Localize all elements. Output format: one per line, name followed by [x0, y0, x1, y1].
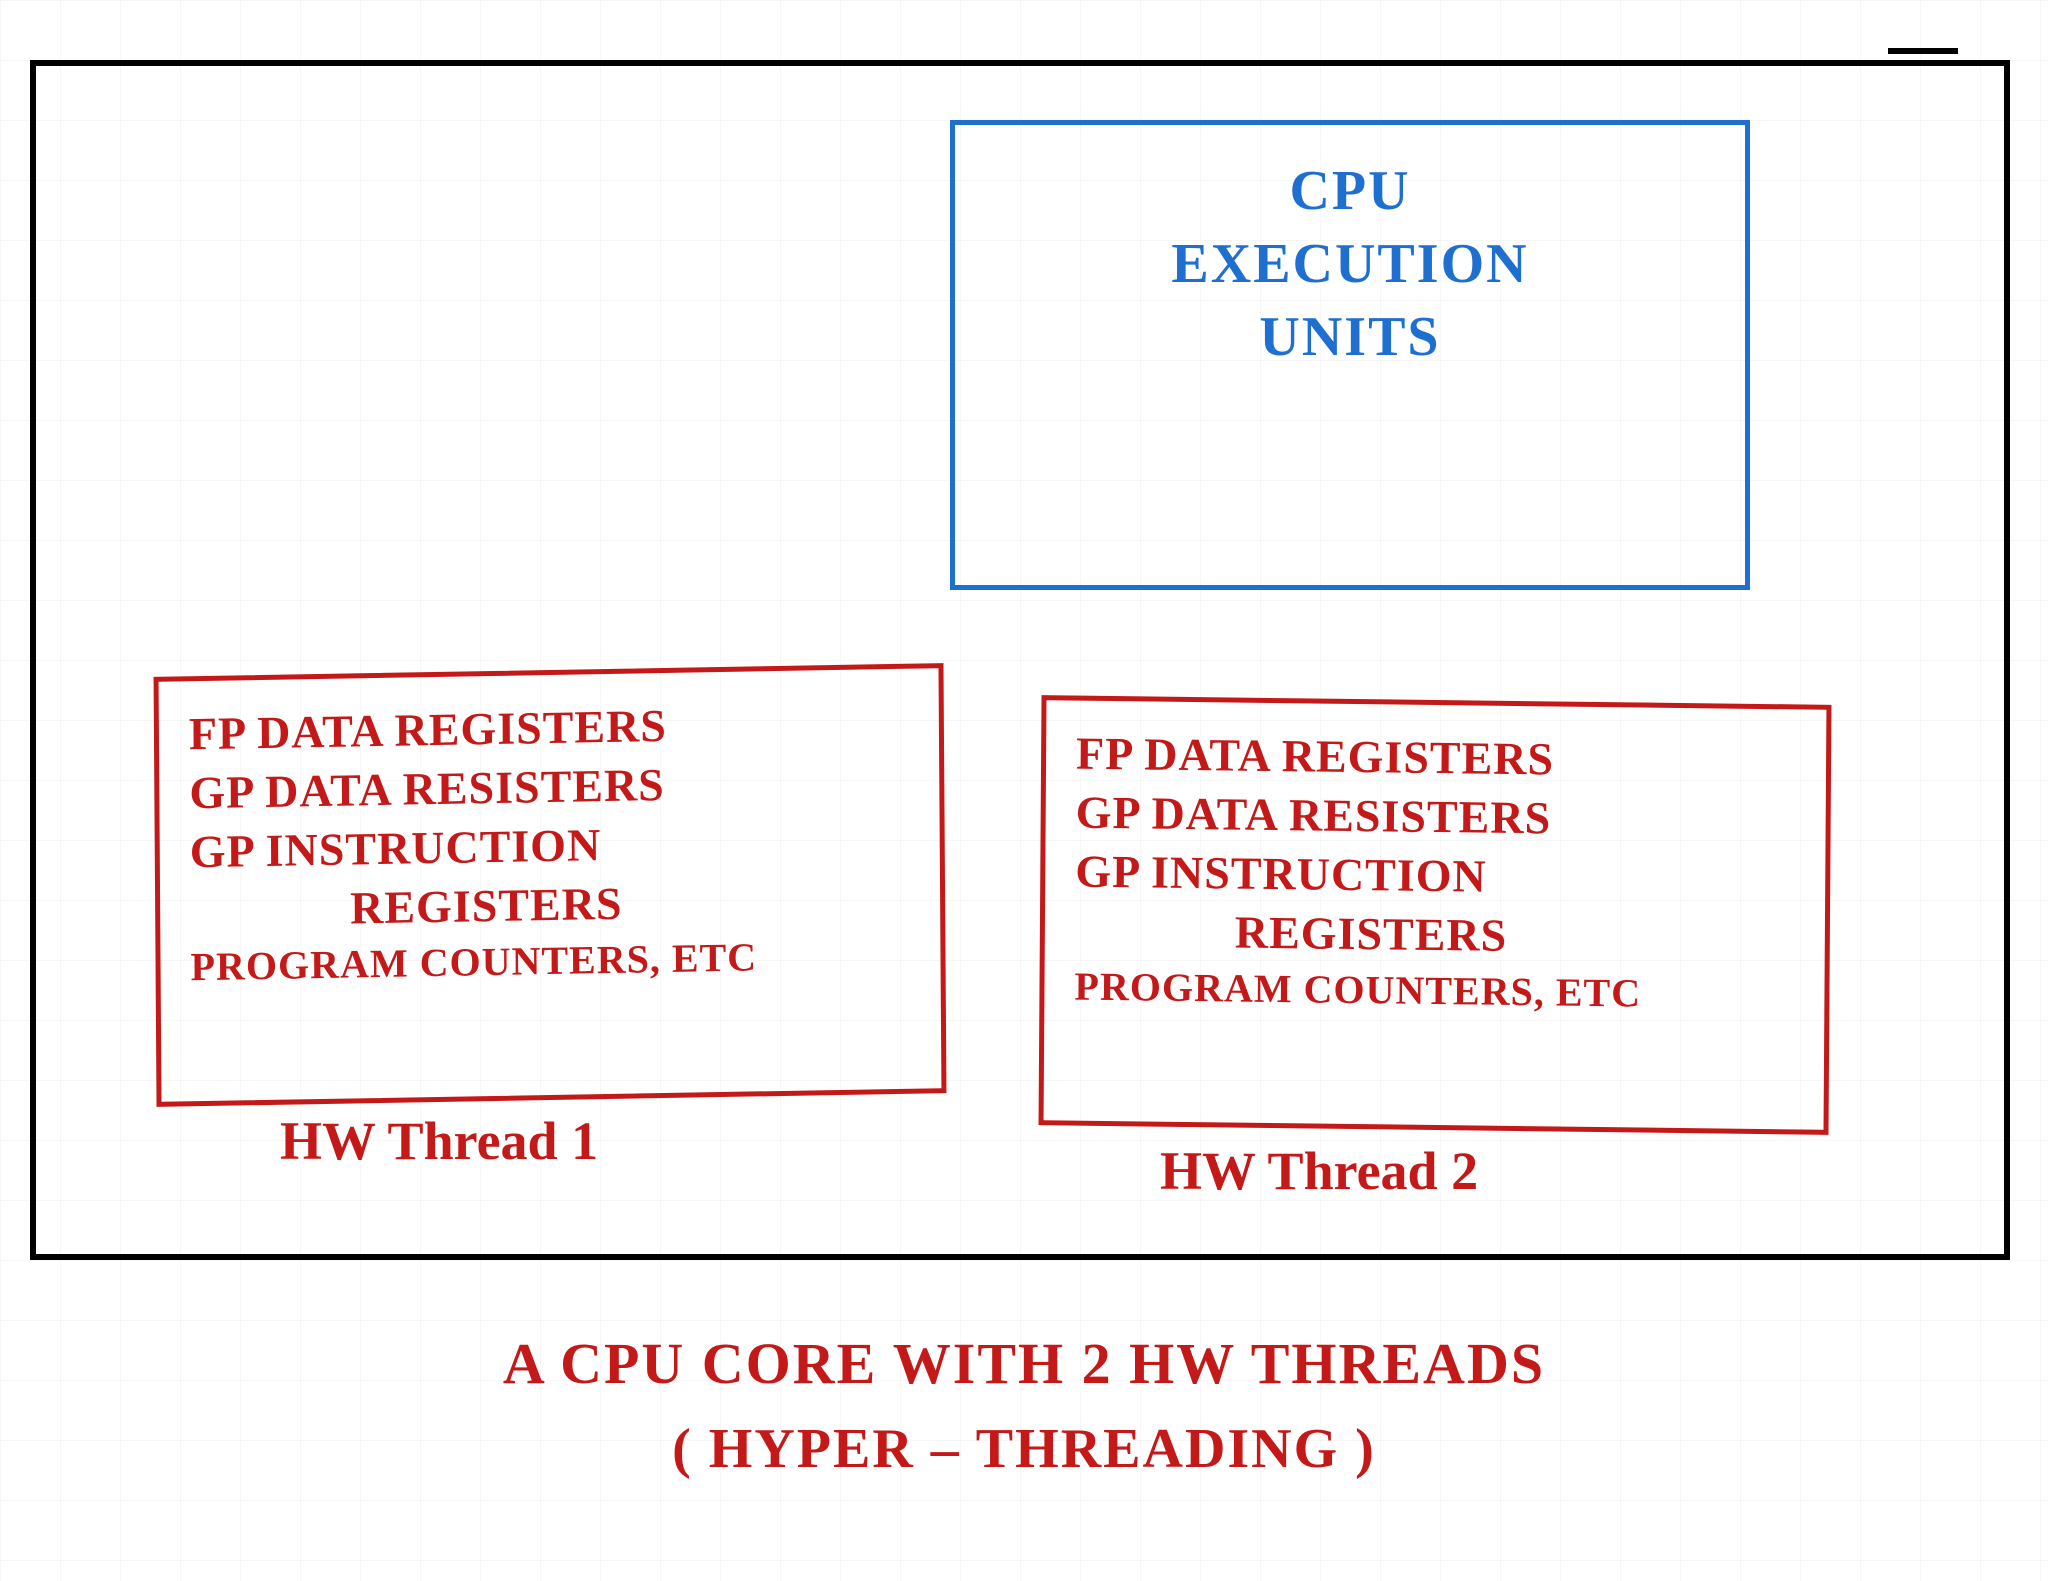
t2-row-gp-data: GP DATA RESISTERS: [1076, 786, 1796, 848]
stray-tick-mark: [1888, 48, 1958, 54]
hw-thread-2-box: FP DATA REGISTERS GP DATA RESISTERS GP I…: [1039, 695, 1832, 1135]
t1-row-gp-data: GP DATA RESISTERS: [189, 754, 909, 820]
cpu-execution-units-box: CPU EXECUTION UNITS: [950, 120, 1750, 590]
t2-row-fp: FP DATA REGISTERS: [1076, 727, 1796, 789]
exec-line-3: UNITS: [1259, 301, 1440, 374]
t2-row-pc: PROGRAM COUNTERS, etc: [1074, 963, 1794, 1019]
caption-line-2: ( HYPER – THREADING ): [0, 1407, 2048, 1491]
t1-row-gp-instr: GP INSTRUCTION: [190, 813, 910, 879]
t1-row-pc: PROGRAM COUNTERS, etc: [190, 931, 910, 991]
t2-row-gp-instr-cont: REGISTERS: [1075, 904, 1795, 966]
t1-row-gp-instr-cont: REGISTERS: [190, 872, 910, 938]
hw-thread-1-box: FP DATA REGISTERS GP DATA RESISTERS GP I…: [154, 663, 947, 1107]
hw-thread-1-label: HW Thread 1: [280, 1110, 598, 1172]
hw-thread-2-label: HW Thread 2: [1160, 1140, 1478, 1202]
diagram-caption: A CPU CORE WITH 2 HW THREADS ( HYPER – T…: [0, 1320, 2048, 1491]
caption-line-1: A CPU CORE WITH 2 HW THREADS: [0, 1320, 2048, 1407]
t1-row-fp: FP DATA REGISTERS: [189, 695, 909, 761]
t2-row-gp-instr: GP INSTRUCTION: [1075, 845, 1795, 907]
exec-line-2: EXECUTION: [1171, 228, 1528, 301]
exec-line-1: CPU: [1289, 155, 1410, 228]
diagram-stage: CPU EXECUTION UNITS FP DATA REGISTERS GP…: [0, 0, 2048, 1581]
